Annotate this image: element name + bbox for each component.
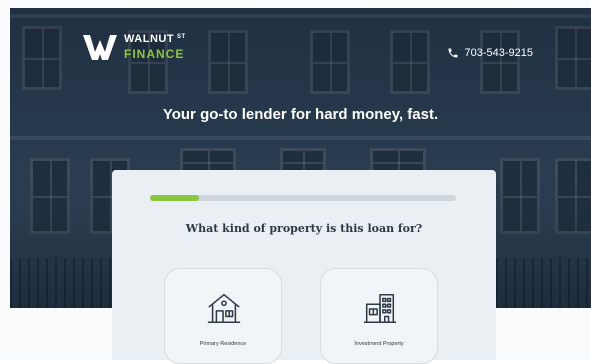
house-icon xyxy=(207,293,241,324)
progress-fill xyxy=(150,195,199,201)
brand-name: WALNUT ST FINANCE xyxy=(124,34,186,61)
walnut-logo-icon xyxy=(83,35,117,60)
option-primary-residence[interactable]: Primary Residence xyxy=(164,268,282,364)
phone-link[interactable]: 703-543-9215 xyxy=(447,47,533,59)
option-investment-property[interactable]: Investment Property xyxy=(320,268,438,364)
phone-icon xyxy=(448,48,458,58)
brand-name-finance: FINANCE xyxy=(124,47,185,61)
buildings-icon xyxy=(363,293,397,324)
page: WALNUT ST FINANCE 703-543-9215 Your go-t… xyxy=(0,0,591,364)
form-question: What kind of property is this loan for? xyxy=(185,222,423,235)
loan-form-card: What kind of property is this loan for? … xyxy=(112,170,496,364)
phone-number: 703-543-9215 xyxy=(464,47,533,59)
brand-name-top: WALNUT ST xyxy=(124,34,186,45)
brand-name-st: ST xyxy=(177,34,186,40)
brand-name-walnut: WALNUT xyxy=(124,33,175,45)
progress-bar xyxy=(150,195,456,201)
brand-logo[interactable]: WALNUT ST FINANCE xyxy=(82,32,186,62)
hero-title: Your go-to lender for hard money, fast. xyxy=(162,106,439,123)
option-label: Primary Residence xyxy=(199,341,247,347)
option-label: Investment Property xyxy=(354,341,404,347)
